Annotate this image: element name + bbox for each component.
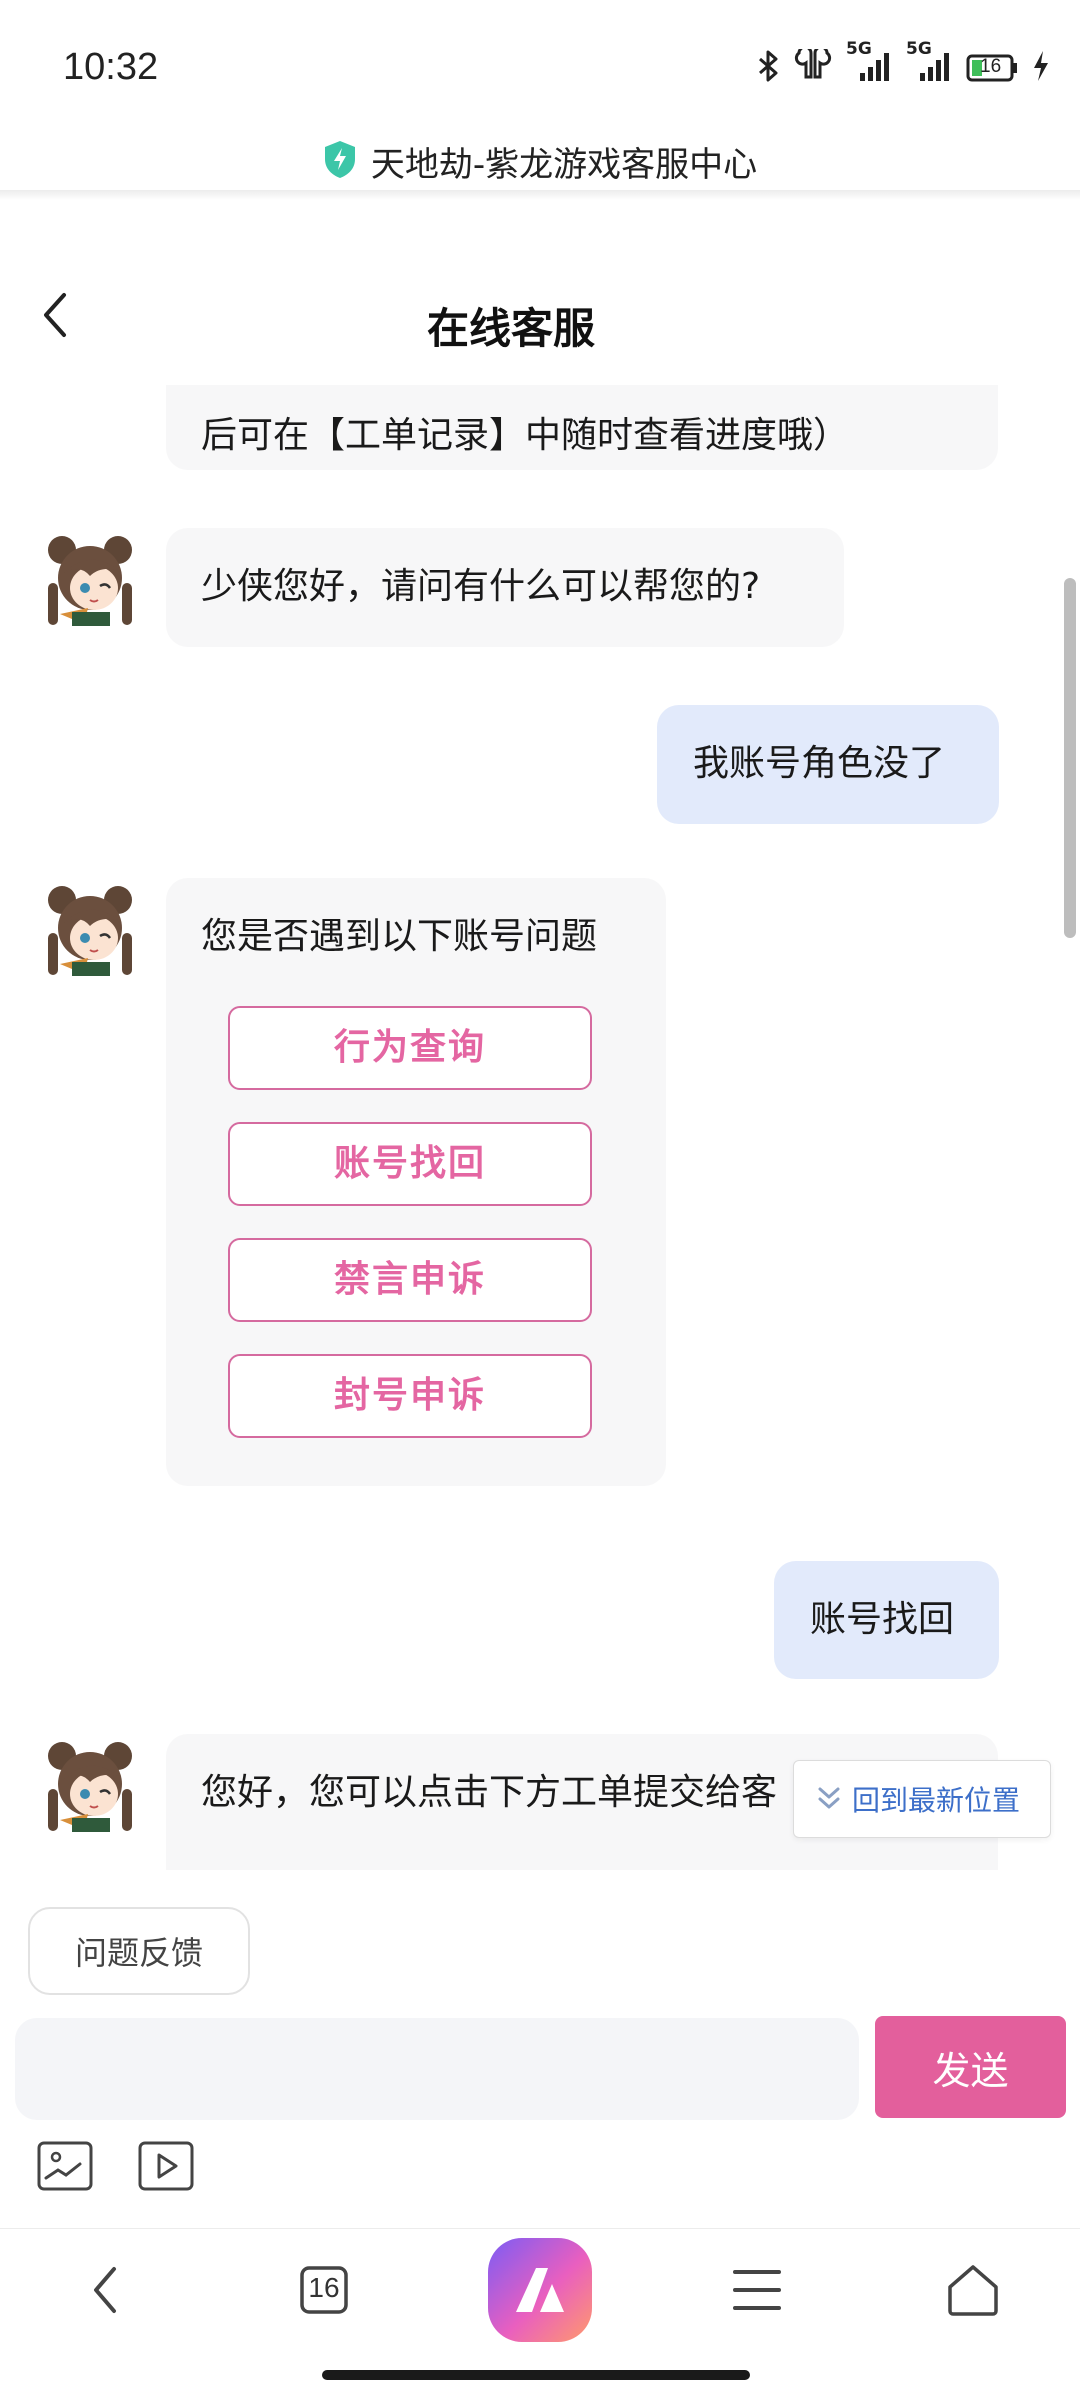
menu-icon bbox=[733, 2270, 781, 2310]
bot-avatar bbox=[40, 1734, 140, 1834]
jump-to-latest-label: 回到最新位置 bbox=[852, 1784, 1021, 1817]
status-icons: 5G 5G 16 bbox=[758, 39, 1050, 88]
browser-menu-button[interactable] bbox=[722, 2250, 792, 2330]
tab-count: 16 bbox=[308, 2272, 340, 2303]
network-type-label: 5G bbox=[846, 39, 872, 59]
user-message: 我账号角色没了 bbox=[657, 705, 999, 824]
message-text: 我账号角色没了 bbox=[693, 743, 946, 784]
bot-message: 少侠您好，请问有什么可以帮您的? bbox=[166, 528, 844, 647]
image-icon bbox=[37, 2141, 93, 2191]
send-button[interactable]: 发送 bbox=[875, 2016, 1066, 2118]
site-title: 天地劫-紫龙游戏客服中心 bbox=[370, 144, 758, 185]
browser-app-button[interactable] bbox=[486, 2236, 594, 2344]
message-text: 后可在【工单记录】中随时查看进度哦） bbox=[201, 415, 850, 456]
option-ban-appeal[interactable]: 封号申诉 bbox=[228, 1354, 592, 1438]
signal-icon: 5G bbox=[846, 39, 892, 87]
browser-back-button[interactable] bbox=[70, 2250, 140, 2330]
browser-tabs-button[interactable]: 16 bbox=[290, 2250, 358, 2330]
message-text: 您是否遇到以下账号问题 bbox=[201, 916, 598, 957]
status-time: 10:32 bbox=[63, 46, 159, 88]
network-type-label: 5G bbox=[906, 39, 932, 59]
bot-avatar bbox=[40, 878, 140, 978]
option-account-recovery[interactable]: 账号找回 bbox=[228, 1122, 592, 1206]
option-behavior-query[interactable]: 行为查询 bbox=[228, 1006, 592, 1090]
charging-icon bbox=[1032, 50, 1050, 86]
nav-divider bbox=[0, 2228, 1080, 2229]
earbuds-icon bbox=[794, 45, 832, 87]
browser-home-button[interactable] bbox=[938, 2250, 1008, 2330]
chat-area[interactable]: 后可在【工单记录】中随时查看进度哦） 少侠您好，请问有什么可以帮您的? 我账号角… bbox=[0, 385, 1080, 1870]
message-input[interactable] bbox=[15, 2018, 859, 2120]
video-upload-button[interactable] bbox=[137, 2140, 195, 2192]
battery-level: 16 bbox=[980, 56, 1002, 77]
home-icon bbox=[948, 2265, 998, 2316]
message-text: 少侠您好，请问有什么可以帮您的? bbox=[201, 566, 761, 607]
user-message: 账号找回 bbox=[774, 1561, 999, 1679]
bot-message-options: 您是否遇到以下账号问题 行为查询 账号找回 禁言申诉 封号申诉 bbox=[166, 878, 666, 1486]
feedback-button[interactable]: 问题反馈 bbox=[28, 1907, 250, 1995]
battery-icon: 16 bbox=[966, 53, 1018, 83]
back-icon bbox=[94, 2267, 116, 2313]
option-mute-appeal[interactable]: 禁言申诉 bbox=[228, 1238, 592, 1322]
bot-message: 后可在【工单记录】中随时查看进度哦） bbox=[166, 385, 998, 470]
signal-icon: 5G bbox=[906, 39, 952, 87]
image-upload-button[interactable] bbox=[36, 2140, 94, 2192]
message-text: 您好，您可以点击下方工单提交给客 bbox=[201, 1772, 778, 1813]
app-logo-icon bbox=[488, 2238, 592, 2342]
message-text: 账号找回 bbox=[810, 1599, 955, 1640]
jump-to-latest-button[interactable]: 回到最新位置 bbox=[793, 1760, 1051, 1838]
shield-icon bbox=[323, 139, 357, 183]
bluetooth-icon bbox=[758, 50, 780, 86]
page-title: 在线客服 bbox=[426, 304, 595, 353]
bot-avatar bbox=[40, 528, 140, 628]
double-chevron-down-icon bbox=[818, 1787, 840, 1809]
site-bar[interactable]: 天地劫-紫龙游戏客服中心 bbox=[0, 128, 1080, 194]
site-bar-divider bbox=[0, 190, 1080, 200]
video-icon bbox=[138, 2141, 194, 2191]
home-indicator[interactable] bbox=[322, 2370, 750, 2380]
chat-scrollbar[interactable] bbox=[1064, 578, 1076, 938]
